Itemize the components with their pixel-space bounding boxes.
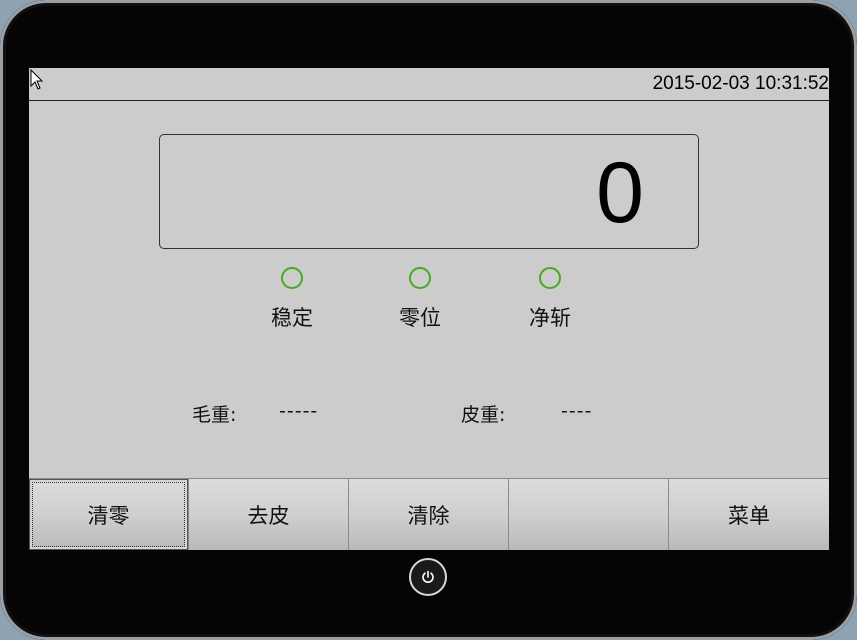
stable-led-icon — [281, 267, 303, 289]
indicator-label: 零位 — [399, 306, 441, 330]
tare-weight-label: 皮重: — [461, 404, 506, 426]
hmi-screen: 2015-02-03 10:31:52 0 稳定 零位 净斩 毛重: -----… — [29, 68, 829, 550]
blank-button[interactable] — [509, 479, 669, 550]
gross-weight-label: 毛重: — [192, 404, 237, 426]
zero-led-icon — [409, 267, 431, 289]
indicator-label: 净斩 — [529, 306, 571, 330]
zero-button[interactable]: 清零 — [29, 479, 189, 550]
indicator-stable: 稳定 — [252, 267, 332, 332]
indicator-zero: 零位 — [380, 267, 460, 332]
datetime-display: 2015-02-03 10:31:52 — [652, 73, 829, 94]
indicator-net: 净斩 — [510, 267, 590, 332]
tare-weight-value: ---- — [561, 400, 593, 422]
weight-display: 0 — [159, 134, 699, 249]
power-button[interactable] — [409, 558, 447, 596]
menu-button[interactable]: 菜单 — [669, 479, 829, 550]
net-led-icon — [539, 267, 561, 289]
status-bar: 2015-02-03 10:31:52 — [29, 68, 829, 101]
gross-weight-field: 毛重: ----- — [192, 400, 317, 427]
tare-weight-field: 皮重: ---- — [461, 400, 591, 427]
weight-value: 0 — [596, 145, 644, 241]
tare-button[interactable]: 去皮 — [189, 479, 349, 550]
button-bar: 清零 去皮 清除 菜单 — [29, 478, 829, 550]
gross-weight-value: ----- — [279, 400, 319, 422]
indicator-label: 稳定 — [271, 306, 313, 330]
power-icon — [422, 570, 434, 583]
clear-button[interactable]: 清除 — [349, 479, 509, 550]
